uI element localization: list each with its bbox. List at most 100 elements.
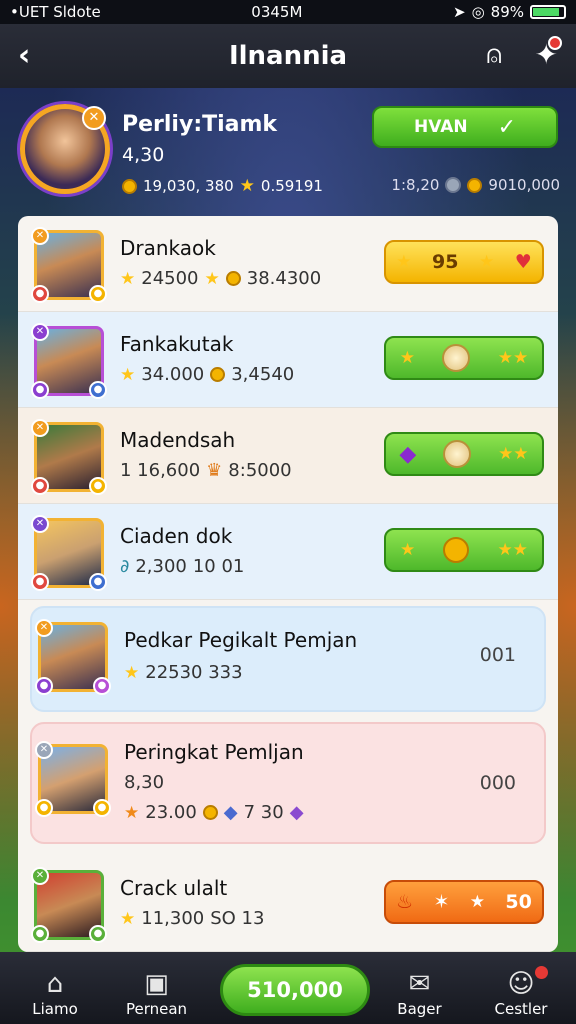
list-item[interactable]: ✕ ● ● Madendsah 1 16,600 ♛ 8:5000 ◆ ★★ — [18, 408, 558, 504]
player-name: Crack ulalt — [120, 876, 228, 900]
share-icon[interactable]: ⍝ — [486, 40, 502, 71]
star-icon: ★ — [239, 176, 255, 196]
check-icon: ✓ — [497, 114, 517, 140]
crown-icon: ♛ — [206, 460, 223, 481]
player-stats: ★ 24500 ★ 38.4300 — [120, 268, 321, 289]
list-item[interactable]: ✕ ● ● Ciaden dok ∂ 2,300 10 01 ★ ★★ — [18, 504, 558, 600]
element-badge-icon: ● — [31, 925, 49, 943]
app-header: ‹ Ilnannia ⍝ ✦ — [0, 24, 576, 88]
cube-icon: ◆ — [289, 802, 304, 823]
list-item[interactable]: ✕ ● ● Drankaok ★ 24500 ★ 38.4300 ★ 95 ★ … — [18, 216, 558, 312]
battery-icon — [530, 5, 566, 19]
reward-pill[interactable]: ★ ★★ — [384, 528, 544, 572]
player-portrait: ✕ ● ● — [35, 619, 111, 695]
star-icon: ★ — [204, 268, 220, 289]
nav-bager[interactable]: ✉ Bager — [375, 968, 465, 1018]
cube-icon: ◆ — [223, 802, 238, 823]
profile-stats: 19,030, 380 ★ 0.59191 — [122, 176, 323, 196]
chest-icon: ▣ — [144, 969, 169, 999]
player-stat-a: 23.00 — [145, 802, 197, 823]
level-badge-icon: ● — [89, 925, 107, 943]
element-badge-icon: ● — [31, 381, 49, 399]
star-icon: ★ — [396, 252, 412, 272]
player-stat-a: 11,300 — [141, 908, 205, 929]
nav-pemean-label: Pernean — [125, 1000, 188, 1018]
coin-icon — [210, 367, 226, 382]
gem-icon: ◆ — [399, 441, 417, 467]
clock-text: 0345M — [251, 3, 303, 21]
rank-badge-icon: ✕ — [31, 867, 49, 885]
player-stat-a: 24500 — [141, 268, 199, 289]
profile-action-label: HVAN — [413, 117, 468, 137]
player-stats: ★ 11,300 SO 13 — [120, 908, 264, 929]
player-value: 001 — [479, 644, 516, 666]
heart-icon: ♥ — [514, 251, 532, 273]
page-title: Ilnannia — [228, 41, 348, 71]
back-icon[interactable]: ‹ — [18, 38, 30, 73]
star-icon: ★ — [124, 662, 140, 683]
player-name: Peringkat Pemljan — [124, 740, 304, 764]
player-stats: ★ 22530 333 — [124, 662, 243, 683]
element-badge-icon: ● — [31, 285, 49, 303]
player-portrait: ✕ ● ● — [31, 515, 107, 591]
alarm-icon: ◎ — [471, 3, 485, 21]
player-portrait: ✕ ● ● — [31, 323, 107, 399]
star-icon: ★ — [120, 364, 136, 385]
reward-pill[interactable]: ◆ ★★ — [384, 432, 544, 476]
player-stats: ∂ 2,300 10 01 — [120, 556, 244, 577]
list-item[interactable]: ✕ ● ● Crack ulalt ★ 11,300 SO 13 ♨ ✶ ★ 5… — [18, 856, 558, 952]
nav-home[interactable]: ⌂ Liamo — [10, 968, 100, 1018]
gem-icon — [445, 177, 462, 193]
stat-right-b: 9010,000 — [488, 176, 560, 194]
nav-cestler[interactable]: ☺ Cestler — [476, 966, 566, 1018]
nav-home-label: Liamo — [32, 1000, 78, 1018]
reward-pill[interactable]: ★ 95 ★ ♥ — [384, 240, 544, 284]
profile-score: 4,30 — [122, 144, 165, 166]
player-value: 000 — [479, 772, 516, 794]
star-icon: ★★ — [497, 348, 529, 368]
list-item[interactable]: ✕ ● ● Fankakutak ★ 34.000 3,4540 ★ ★★ — [18, 312, 558, 408]
player-name: Drankaok — [120, 236, 216, 260]
element-badge-icon: ● — [31, 573, 49, 591]
level-badge-icon: ● — [89, 381, 107, 399]
mail-icon: ✉ — [408, 969, 431, 999]
reward-pill[interactable]: ★ ★★ — [384, 336, 544, 380]
player-name: Fankakutak — [120, 332, 234, 356]
player-name: Ciaden dok — [120, 524, 233, 548]
element-badge-icon: ● — [35, 677, 53, 695]
reward-pill[interactable]: ♨ ✶ ★ 50 — [384, 880, 544, 924]
player-portrait: ✕ ● ● — [31, 227, 107, 303]
level-badge-icon: ● — [93, 799, 111, 817]
star-icon: ★ — [124, 802, 140, 823]
player-stat-a: 2,300 — [135, 556, 187, 577]
level-badge-icon: ● — [89, 477, 107, 495]
player-sub-value: 8,30 — [124, 772, 165, 793]
fire-icon: ♨ — [396, 891, 414, 913]
location-icon: ➤ — [452, 3, 466, 21]
link-icon: ∂ — [120, 556, 130, 577]
element-badge-icon: ● — [31, 477, 49, 495]
profile-action-button[interactable]: HVAN ✓ — [372, 106, 558, 148]
player-stat-a: 34.000 — [141, 364, 205, 385]
notification-dot — [535, 966, 548, 979]
list-item[interactable]: ✕ ● ● Peringkat Pemljan 8,30 ★ 23.00 ◆ 7… — [30, 722, 546, 844]
gold-coin-icon — [443, 537, 470, 563]
player-stat-b: 10 01 — [192, 556, 245, 577]
player-stats: ★ 23.00 ◆ 7 30 ◆ — [124, 802, 304, 823]
list-item[interactable]: ✕ ● ● Pedkar Pegikalt Pemjan ★ 22530 333… — [30, 606, 546, 712]
nav-center-label: 510,000 — [247, 978, 343, 1002]
nav-pemean[interactable]: ▣ Pernean — [112, 968, 202, 1018]
player-portrait: ✕ ● ● — [35, 741, 111, 817]
nav-center-button[interactable]: 510,000 — [220, 964, 370, 1016]
battery-text: 89% — [490, 3, 524, 21]
player-stat-a: 1 16,600 — [120, 460, 201, 481]
star-icon: ★ — [400, 540, 416, 560]
level-badge-icon: ● — [89, 573, 107, 591]
player-stat-a: 22530 333 — [145, 662, 243, 683]
profile-stats-right: 1:8,20 9010,000 — [391, 176, 560, 194]
leaderboard-list: ✕ ● ● Drankaok ★ 24500 ★ 38.4300 ★ 95 ★ … — [18, 216, 558, 952]
coin-icon — [225, 271, 241, 286]
rank-badge-icon: ✕ — [31, 227, 49, 245]
sparkle-icon: ✶ — [433, 891, 450, 913]
rank-badge-icon: ✕ — [31, 515, 49, 533]
